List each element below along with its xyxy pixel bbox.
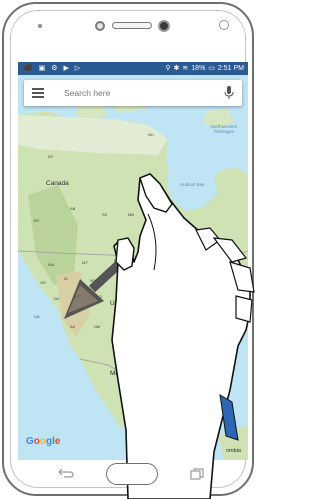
pinch-gesture-hand-illustration (111, 173, 255, 499)
back-icon[interactable] (58, 468, 74, 478)
home-button[interactable] (106, 463, 158, 485)
recent-apps-icon[interactable] (190, 468, 204, 480)
